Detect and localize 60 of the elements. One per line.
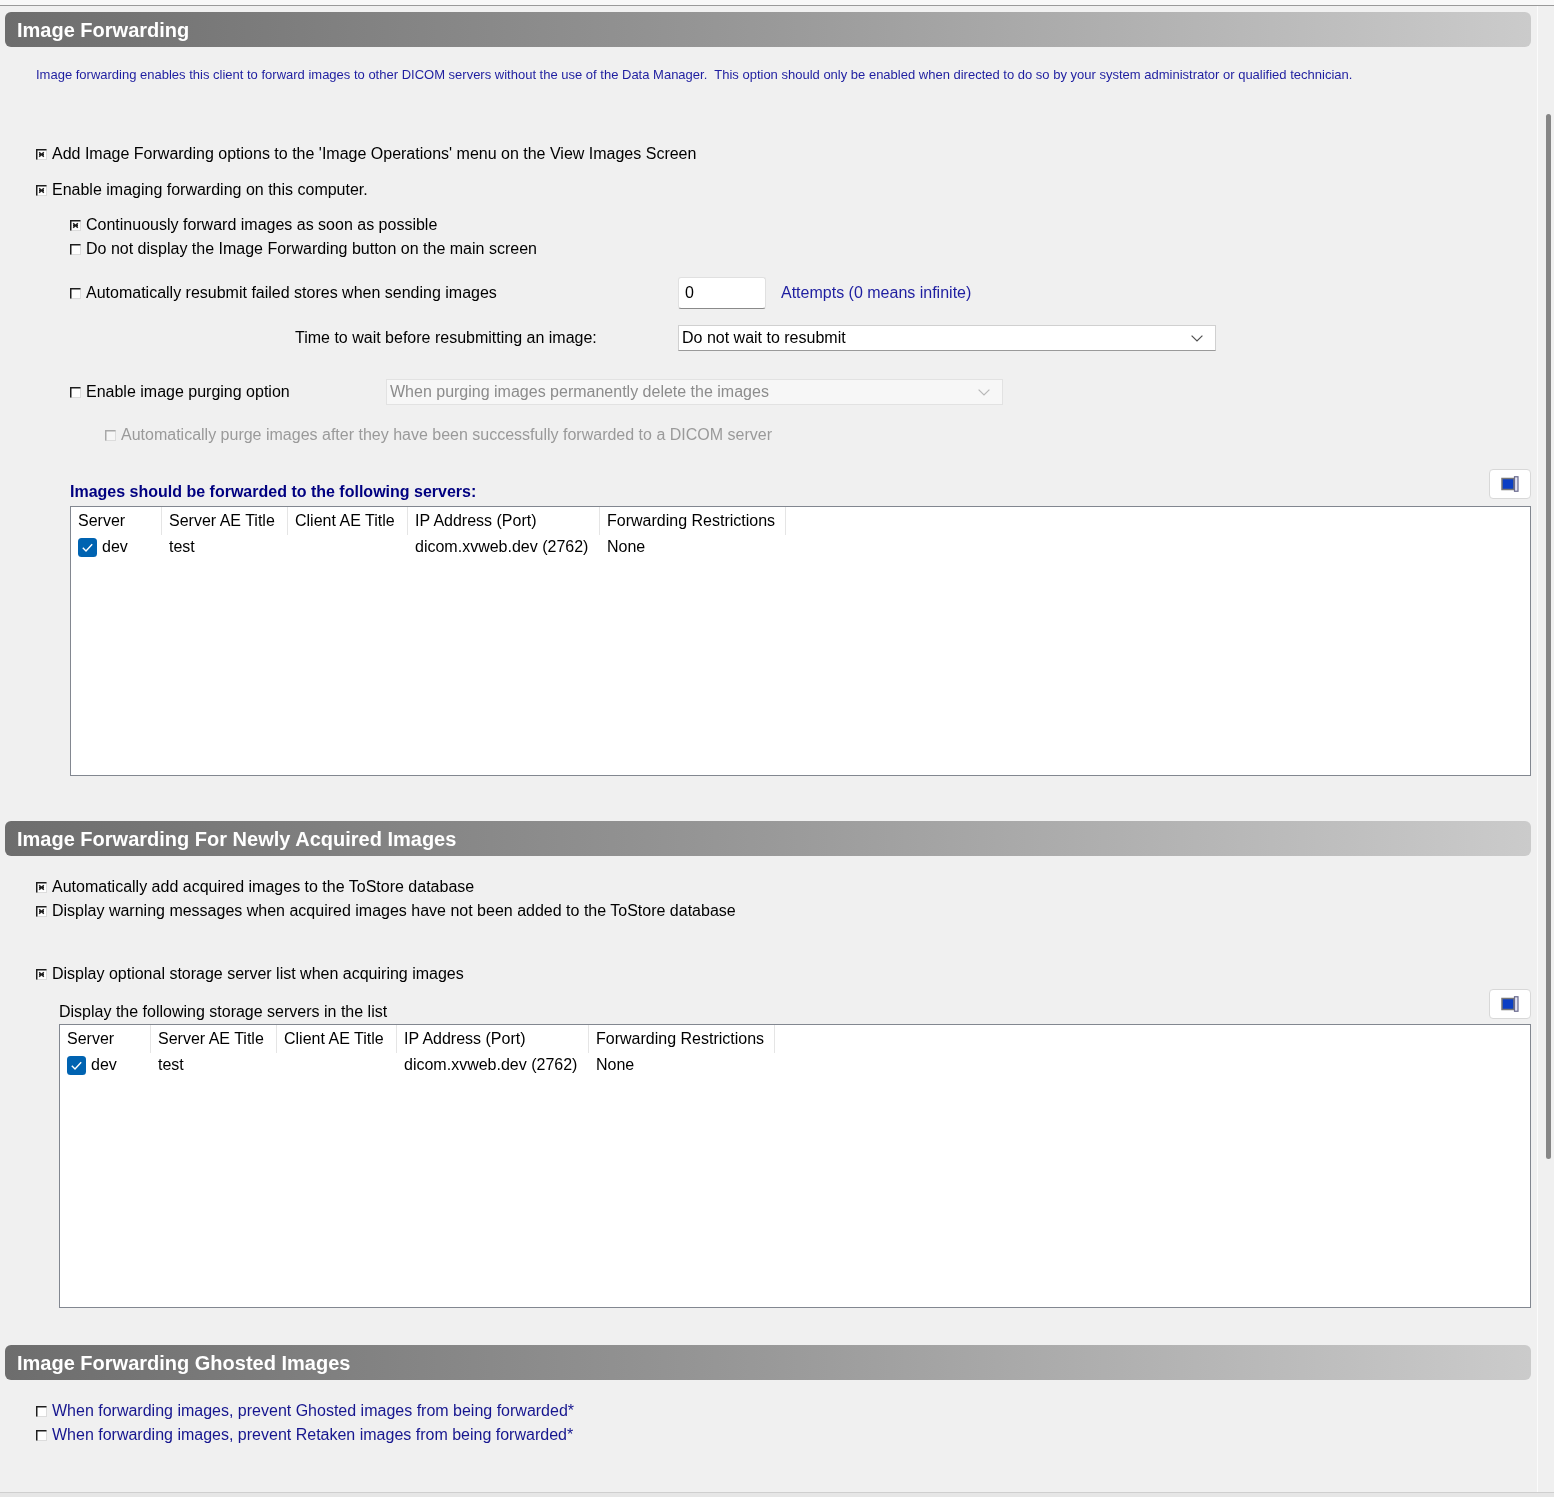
chevron-down-icon [1191,334,1203,342]
option-label: Continuously forward images as soon as possible [86,215,438,235]
checkbox[interactable] [70,386,81,398]
column-header[interactable]: Server AE Title [151,1025,277,1053]
column-header[interactable]: IP Address (Port) [397,1025,589,1053]
option-label: Automatically resubmit failed stores when sending images [86,283,497,303]
column-header[interactable]: Client AE Title [277,1025,397,1053]
option-label: Add Image Forwarding options to the 'Image Operations' menu on the View Images Screen [52,144,697,164]
chevron-down-icon [978,388,990,396]
option-label: Enable imaging forwarding on this computer. [52,180,368,200]
table-cell-text: dicom.xvweb.dev (2762) [414,537,590,558]
column-header[interactable]: Client AE Title [288,507,408,535]
option-label: When forwarding images, prevent Retaken images from being forwarded* [52,1425,574,1445]
column-header[interactable]: Server [71,507,162,535]
column-header[interactable]: IP Address (Port) [408,507,600,535]
checkbox[interactable] [70,287,81,299]
option-label: Do not display the Image Forwarding button on the main screen [86,239,537,259]
column-header[interactable]: Forwarding Restrictions [600,507,786,535]
columns-button[interactable] [1489,469,1531,499]
row-checkbox[interactable] [67,1055,86,1075]
list-caption: Display the following storage servers in the list [59,1001,388,1021]
table-cell: dev [102,537,128,557]
checkbox[interactable] [36,148,47,160]
column-header[interactable]: Server [60,1025,151,1053]
column-header[interactable]: Forwarding Restrictions [589,1025,775,1053]
checkbox[interactable] [70,243,81,255]
checkbox[interactable] [36,968,47,980]
option-label: Display optional storage server list when acquiring images [52,964,464,984]
field-note: Attempts (0 means infinite) [781,283,972,303]
columns-button[interactable] [1489,989,1531,1019]
option-label: Display warning messages when acquired images have not been added to the ToStore database [52,901,736,921]
table-cell: dev [91,1055,117,1075]
number-field[interactable]: 0 [678,277,766,309]
field-label: Time to wait before resubmitting an image: [294,328,597,348]
option-label: Automatically add acquired images to the ToStore database [52,877,475,897]
column-header[interactable]: Server AE Title [162,507,288,535]
section-header: Image Forwarding [5,12,1531,47]
panel-icon [1501,476,1519,492]
description-text: Image forwarding enables this client to forward images to other DICOM servers without the use of the Data Manager. This option should only be enabled when directed to do so by your system administrator or qualified technician. [36,67,1354,82]
checkbox[interactable] [36,1405,47,1417]
option-label: Enable image purging option [86,382,290,402]
scrollbar-thumb[interactable] [1546,114,1551,1159]
option-label: Automatically purge images after they have been successfully forwarded to a DICOM server [121,425,772,445]
table-cell-text: test [157,1055,185,1076]
table-cell-text: test [168,537,196,558]
checkbox[interactable] [36,881,47,893]
list-caption: Images should be forwarded to the following servers: [70,481,477,501]
checkbox[interactable] [36,184,47,196]
checkbox[interactable] [36,905,47,917]
table-cell-text: None [606,537,647,558]
checkbox[interactable] [70,219,81,231]
table-cell-text: None [595,1055,636,1076]
checkbox[interactable] [36,1429,47,1441]
panel-icon [1501,996,1519,1012]
section-header: Image Forwarding For Newly Acquired Images [5,821,1531,856]
table-cell-text: dicom.xvweb.dev (2762) [403,1055,579,1076]
option-label: When forwarding images, prevent Ghosted images from being forwarded* [52,1401,575,1421]
dropdown[interactable]: Do not wait to resubmit [678,325,1216,351]
row-checkbox[interactable] [78,537,97,557]
section-header: Image Forwarding Ghosted Images [5,1345,1531,1380]
